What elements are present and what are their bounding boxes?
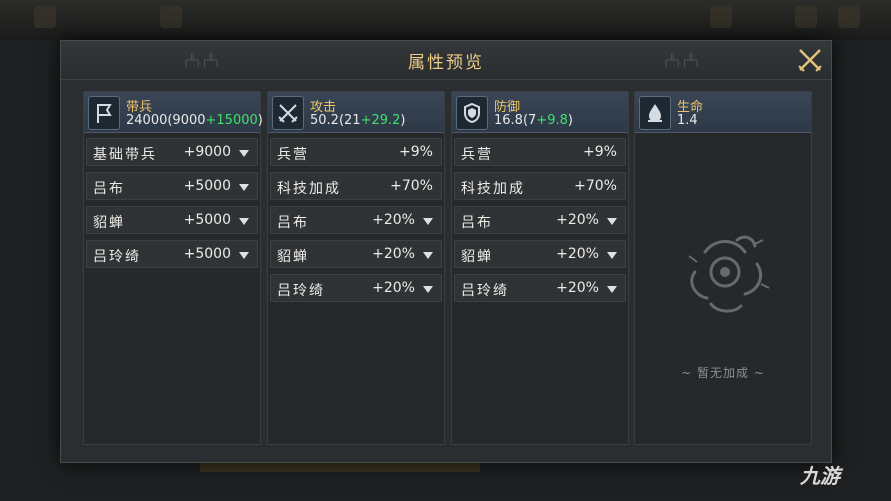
row-label: 貂蝉 bbox=[93, 215, 125, 231]
background-bottom-bar bbox=[200, 462, 480, 472]
column-header: 防御 16.8(7+9.8) bbox=[452, 92, 628, 133]
stat-value: 24000(9000+15000) bbox=[126, 113, 263, 128]
bonus-row: 科技加成 +70% bbox=[454, 172, 626, 200]
row-label: 吕布 bbox=[461, 215, 493, 231]
bonus-row[interactable]: 吕布 +20% bbox=[270, 206, 442, 234]
bonus-row[interactable]: 吕布 +20% bbox=[454, 206, 626, 234]
row-label: 吕玲绮 bbox=[93, 249, 141, 265]
chevron-down-icon bbox=[607, 286, 617, 293]
bonus-row[interactable]: 吕玲绮 +20% bbox=[454, 274, 626, 302]
close-button[interactable] bbox=[795, 45, 825, 75]
banner-icon bbox=[88, 96, 120, 130]
row-value: +9% bbox=[583, 144, 617, 160]
row-value: +20% bbox=[372, 246, 415, 262]
stat-value: 16.8(7+9.8) bbox=[494, 113, 573, 128]
row-value: +9% bbox=[399, 144, 433, 160]
column-defense: 防御 16.8(7+9.8) 兵营 +9% 科技加成 +70% 吕布 +20% 貂蝉 +… bbox=[451, 91, 629, 445]
row-value: +20% bbox=[556, 212, 599, 228]
chevron-down-icon bbox=[239, 252, 249, 259]
background-top-bar bbox=[0, 0, 891, 40]
row-label: 貂蝉 bbox=[461, 249, 493, 265]
column-life: 生命 1.4 ~ 暂无加成 ~ bbox=[634, 91, 812, 445]
chevron-down-icon bbox=[239, 150, 249, 157]
row-value: +70% bbox=[390, 178, 433, 194]
chevron-down-icon bbox=[423, 252, 433, 259]
row-label: 吕玲绮 bbox=[461, 283, 509, 299]
background-icon bbox=[838, 6, 860, 28]
row-value: +20% bbox=[372, 280, 415, 296]
chevron-down-icon bbox=[423, 218, 433, 225]
bonus-row[interactable]: 吕玲绮 +5000 bbox=[86, 240, 258, 268]
bonus-row[interactable]: 吕玲绮 +20% bbox=[270, 274, 442, 302]
row-label: 科技加成 bbox=[461, 181, 525, 197]
row-value: +5000 bbox=[183, 246, 231, 262]
row-value: +9000 bbox=[183, 144, 231, 160]
row-label: 吕布 bbox=[93, 181, 125, 197]
chevron-down-icon bbox=[607, 252, 617, 259]
attribute-preview-dialog: ┌╨┐┌╨┐ 属性预览 ┌╨┐┌╨┐ 带兵 24000(9000+15000) … bbox=[60, 40, 832, 463]
empty-state-text: ~ 暂无加成 ~ bbox=[681, 366, 765, 380]
crossed-swords-icon bbox=[272, 96, 304, 130]
row-value: +70% bbox=[574, 178, 617, 194]
bonus-row: 科技加成 +70% bbox=[270, 172, 442, 200]
row-value: +5000 bbox=[183, 212, 231, 228]
dragon-emblem-icon bbox=[688, 235, 770, 313]
row-value: +20% bbox=[556, 246, 599, 262]
stat-value: 50.2(21+29.2) bbox=[310, 113, 406, 128]
chevron-down-icon bbox=[239, 218, 249, 225]
bonus-row: 兵营 +9% bbox=[454, 138, 626, 166]
row-label: 貂蝉 bbox=[277, 249, 309, 265]
stat-value: 1.4 bbox=[677, 113, 698, 128]
row-label: 吕玲绮 bbox=[277, 283, 325, 299]
bonus-row[interactable]: 吕布 +5000 bbox=[86, 172, 258, 200]
column-header: 带兵 24000(9000+15000) bbox=[84, 92, 263, 133]
row-label: 兵营 bbox=[461, 147, 493, 163]
shield-icon bbox=[456, 96, 488, 130]
water-drop-icon bbox=[639, 96, 671, 130]
bonus-row[interactable]: 貂蝉 +20% bbox=[270, 240, 442, 268]
row-label: 吕布 bbox=[277, 215, 309, 231]
bonus-row[interactable]: 基础带兵 +9000 bbox=[86, 138, 258, 166]
background-icon bbox=[34, 6, 56, 28]
row-value: +20% bbox=[372, 212, 415, 228]
column-header: 生命 1.4 bbox=[635, 92, 811, 133]
header-ornament-right: ┌╨┐┌╨┐ bbox=[662, 53, 700, 67]
close-icon bbox=[798, 49, 822, 72]
background-icon bbox=[160, 6, 182, 28]
row-label: 兵营 bbox=[277, 147, 309, 163]
dialog-title: 属性预览 bbox=[408, 53, 484, 73]
column-header: 攻击 50.2(21+29.2) bbox=[268, 92, 444, 133]
chevron-down-icon bbox=[239, 184, 249, 191]
chevron-down-icon bbox=[607, 218, 617, 225]
column-troops: 带兵 24000(9000+15000) 基础带兵 +9000 吕布 +5000 貂… bbox=[83, 91, 263, 445]
chevron-down-icon bbox=[423, 286, 433, 293]
background-icon bbox=[710, 6, 732, 28]
watermark: 九游 bbox=[800, 464, 840, 488]
dialog-header: ┌╨┐┌╨┐ 属性预览 ┌╨┐┌╨┐ bbox=[61, 41, 831, 80]
row-value: +20% bbox=[556, 280, 599, 296]
bonus-row: 兵营 +9% bbox=[270, 138, 442, 166]
row-label: 基础带兵 bbox=[93, 147, 157, 163]
row-value: +5000 bbox=[183, 178, 231, 194]
background-icon bbox=[795, 6, 817, 28]
bonus-row[interactable]: 貂蝉 +20% bbox=[454, 240, 626, 268]
bonus-row[interactable]: 貂蝉 +5000 bbox=[86, 206, 258, 234]
column-attack: 攻击 50.2(21+29.2) 兵营 +9% 科技加成 +70% 吕布 +20% 貂… bbox=[267, 91, 445, 445]
row-label: 科技加成 bbox=[277, 181, 341, 197]
